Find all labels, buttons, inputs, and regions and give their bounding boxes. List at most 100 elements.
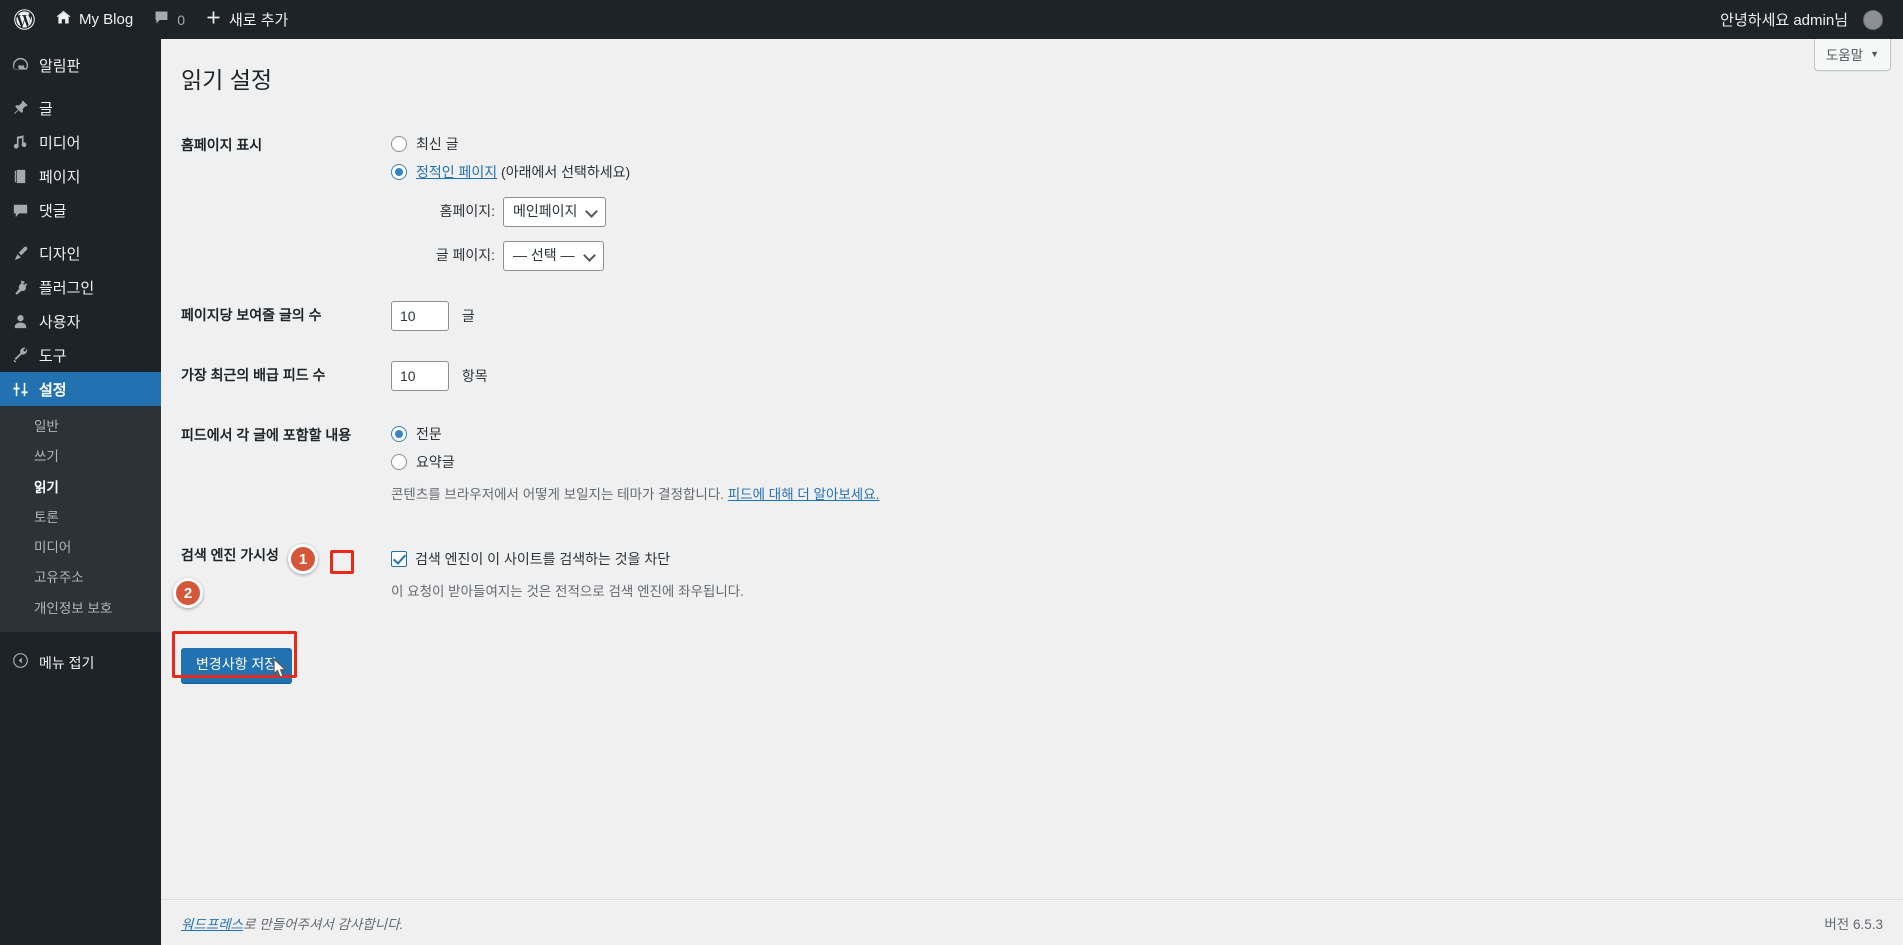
media-icon [10,132,30,152]
collapse-menu-label: 메뉴 접기 [39,654,95,671]
search-visibility-description: 이 요청이 받아들여지는 것은 전적으로 검색 엔진에 좌우됩니다. [391,583,744,599]
radio-full-text-input[interactable] [391,426,407,443]
sidebar-item-label: 페이지 [39,168,81,186]
field-feed-content: 전문 요약글 콘텐츠를 브라우저에서 어떻게 보일지는 테마가 결정합니다. 피… [381,406,1381,534]
posts-per-page-input[interactable] [391,300,449,331]
feed-items-unit: 항목 [461,367,488,384]
posts-page-select-row: 글 페이지: — 선택 — [415,240,1371,271]
wordpress-link[interactable]: 워드프레스 [181,917,243,932]
submenu-item-reading[interactable]: 읽기 [0,473,161,503]
comments-menu[interactable]: 0 [143,0,195,39]
comment-bubble-icon [153,9,170,30]
sidebar-item-dashboard[interactable]: 알림판 [0,48,161,82]
static-page-suffix: (아래에서 선택하세요) [497,163,631,180]
radio-static-page-input[interactable] [391,164,407,181]
sidebar-item-users[interactable]: 사용자 [0,304,161,338]
home-icon [55,9,72,30]
sidebar-item-pages[interactable]: 페이지 [0,159,161,193]
feed-content-description: 콘텐츠를 브라우저에서 어떻게 보일지는 테마가 결정합니다. 피드에 대해 더… [391,485,1371,505]
static-page-link[interactable]: 정적인 페이지 [416,164,497,180]
posts-page-select-value: — 선택 — [513,247,575,264]
row-posts-per-page: 페이지당 보여줄 글의 수 글 [181,286,1381,346]
sidebar-item-settings[interactable]: 설정 [0,372,169,406]
radio-static-page[interactable]: 정적인 페이지 (아래에서 선택하세요) [391,162,1371,183]
submenu-item-privacy[interactable]: 개인정보 보호 [0,594,161,624]
radio-latest-posts-label[interactable]: 최신 글 [416,134,459,155]
main-content: 도움말 ▼ 읽기 설정 홈페이지 표시 최신 글 정적인 페이지 (아래에서 선… [161,39,1903,945]
submenu-item-general[interactable]: 일반 [0,412,161,442]
sidebar-item-comments[interactable]: 댓글 [0,193,161,227]
user-icon [10,311,30,331]
label-search-visibility: 검색 엔진 가시성 [181,546,279,563]
sidebar-item-tools[interactable]: 도구 [0,338,161,372]
radio-excerpt[interactable]: 요약글 [391,452,1371,473]
menu-spacer [0,227,161,236]
content-inner: 도움말 ▼ 읽기 설정 홈페이지 표시 최신 글 정적인 페이지 (아래에서 선… [161,39,1903,683]
radio-full-text[interactable]: 전문 [391,424,1371,445]
row-feed-items: 가장 최근의 배급 피드 수 항목 [181,346,1381,406]
homepage-select-row: 홈페이지: 메인페이지 [415,196,1371,227]
sidebar-item-label: 댓글 [39,202,67,220]
label-homepage-display: 홈페이지 표시 [181,136,263,153]
submenu-item-discussion[interactable]: 토론 [0,503,161,533]
new-content-label: 새로 추가 [228,12,289,29]
blog-public-checkbox[interactable] [391,551,407,568]
sidebar-item-label: 플러그인 [39,279,95,297]
site-name-menu[interactable]: My Blog [45,0,143,39]
plugin-plug-icon [10,277,30,297]
submenu-item-media[interactable]: 미디어 [0,533,161,563]
feed-learn-more-link[interactable]: 피드에 대해 더 알아보세요. [728,487,880,502]
homepage-select-value: 메인페이지 [513,203,578,220]
posts-per-page-unit: 글 [461,307,475,324]
avatar [1863,9,1883,30]
field-feed-items: 항목 [381,346,1381,406]
sidebar-item-posts[interactable]: 글 [0,91,161,125]
submenu-item-permalinks[interactable]: 고유주소 [0,563,161,593]
radio-excerpt-input[interactable] [391,454,407,471]
sidebar-item-label: 도구 [39,347,67,365]
help-tab-button[interactable]: 도움말 ▼ [1813,39,1891,71]
label-posts-per-page: 페이지당 보여줄 글의 수 [181,306,322,323]
row-search-visibility: 검색 엔진 가시성 검색 엔진이 이 사이트를 검색하는 것을 차단 이 요청이… [181,534,1381,631]
caret-down-icon: ▼ [1870,49,1879,59]
admin-bar-right: 안녕하세요 admin님 [1710,0,1903,39]
blog-public-checkbox-label[interactable]: 검색 엔진이 이 사이트를 검색하는 것을 차단 [415,549,670,570]
radio-latest-posts[interactable]: 최신 글 [391,134,1371,155]
radio-excerpt-label[interactable]: 요약글 [416,452,455,473]
sidebar-item-media[interactable]: 미디어 [0,125,161,159]
save-changes-button[interactable]: 변경사항 저장 [181,648,293,683]
radio-latest-posts-input[interactable] [391,136,407,153]
field-search-visibility: 검색 엔진이 이 사이트를 검색하는 것을 차단 이 요청이 받아들여지는 것은… [381,534,1381,631]
wordpress-logo-icon [14,9,35,30]
admin-bar-left: My Blog 0 새로 추가 [0,0,298,39]
label-feed-content: 피드에서 각 글에 포함할 내용 [181,426,352,443]
collapse-menu-button[interactable]: 메뉴 접기 [0,646,161,680]
collapse-arrow-icon [10,652,30,674]
footer-thanks-text: 로 만들어주셔서 감사합니다. [243,916,404,932]
radio-full-text-label[interactable]: 전문 [416,424,442,445]
howdy-label: 안녕하세요 admin님 [1720,12,1848,29]
settings-form-table: 홈페이지 표시 최신 글 정적인 페이지 (아래에서 선택하세요) 홈페이지: … [181,116,1381,631]
sidebar-item-label: 글 [39,100,53,118]
dashboard-icon [10,55,30,75]
sidebar-item-appearance[interactable]: 디자인 [0,236,161,270]
new-content-menu[interactable]: 새로 추가 [195,0,298,39]
menu-spacer [0,82,161,91]
admin-footer: 워드프레스로 만들어주셔서 감사합니다. 버전 6.5.3 [161,899,1903,945]
admin-bar: My Blog 0 새로 추가 안녕하세요 admin님 [0,0,1903,39]
wordpress-logo-menu[interactable] [4,0,45,39]
homepage-select[interactable]: 메인페이지 [503,196,607,227]
sidebar-item-plugins[interactable]: 플러그인 [0,270,161,304]
appearance-brush-icon [10,243,30,263]
feed-items-input[interactable] [391,360,449,391]
radio-static-page-label[interactable]: 정적인 페이지 (아래에서 선택하세요) [416,162,630,183]
row-homepage-display: 홈페이지 표시 최신 글 정적인 페이지 (아래에서 선택하세요) 홈페이지: … [181,116,1381,286]
my-account-menu[interactable]: 안녕하세요 admin님 [1710,0,1893,39]
search-visibility-checkbox-line[interactable]: 검색 엔진이 이 사이트를 검색하는 것을 차단 [391,549,1371,570]
posts-page-select[interactable]: — 선택 — [503,240,604,271]
comment-count: 0 [177,11,185,28]
homepage-select-label: 홈페이지: [439,203,495,220]
submenu-item-writing[interactable]: 쓰기 [0,442,161,472]
wrench-icon [10,345,30,365]
settings-submenu: 일반 쓰기 읽기 토론 미디어 고유주소 개인정보 보호 [0,406,161,632]
